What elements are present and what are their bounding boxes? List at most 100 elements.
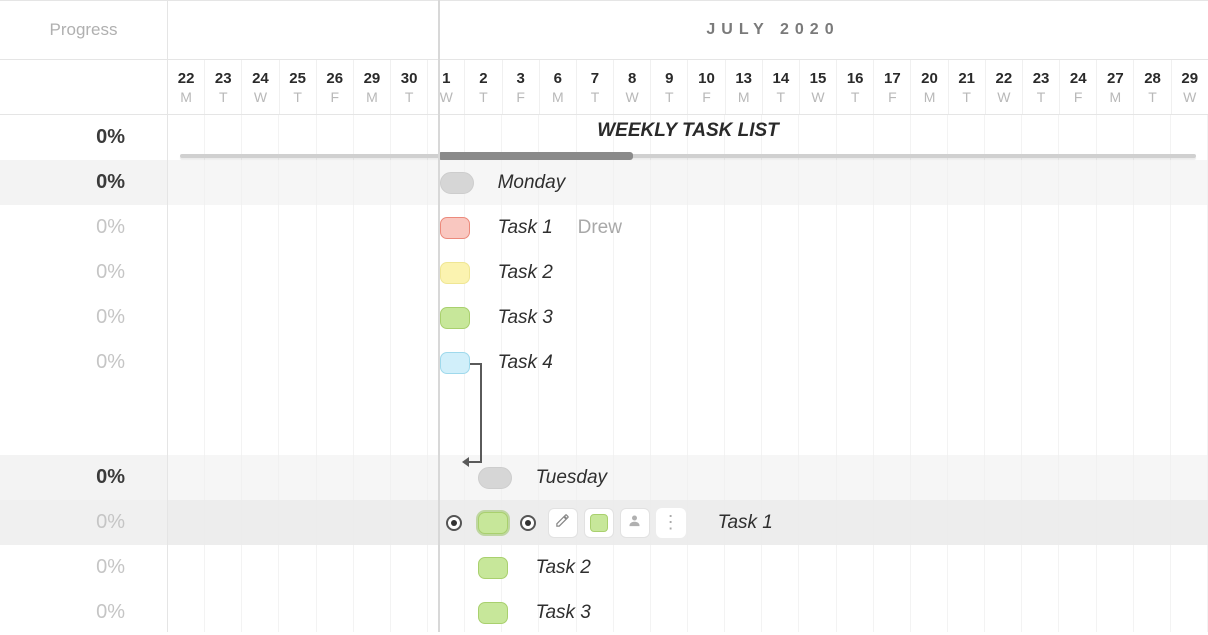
date-number: 16 [847,70,864,87]
progress-tu1: 0% [0,500,167,545]
date-number: 7 [591,70,599,87]
date-column[interactable]: 30T [391,60,428,114]
date-weekday: W [626,89,639,105]
more-icon: ⋮ [662,512,680,533]
date-column[interactable]: 29W [1172,60,1208,114]
date-weekday: M [1110,89,1122,105]
date-column[interactable]: 26F [317,60,354,114]
edit-button[interactable] [548,508,578,538]
date-column[interactable]: 22 W [986,60,1023,114]
date-column[interactable]: 25T [280,60,317,114]
milestone-icon[interactable] [440,172,474,194]
task-label: Task 3 [536,602,591,624]
date-column[interactable]: 3F [503,60,540,114]
row-title [168,115,1208,160]
monday-label: Monday [498,172,566,194]
date-number: 9 [665,70,673,87]
date-column[interactable]: 27M [1097,60,1134,114]
task-swatch[interactable] [478,557,508,579]
task-swatch[interactable] [478,602,508,624]
milestone-icon[interactable] [478,467,512,489]
row-tuesday[interactable]: Tuesday [168,455,1208,500]
date-column[interactable]: 8W [614,60,651,114]
color-button[interactable] [584,508,614,538]
progress-t2: 0% [0,250,167,295]
date-weekday: T [777,89,786,105]
row-monday[interactable]: Monday [168,160,1208,205]
date-column[interactable]: 2T [465,60,502,114]
date-column[interactable]: 23T [205,60,242,114]
date-number: 22 [996,70,1013,87]
date-weekday: T [479,89,488,105]
date-number: 22 [178,70,195,87]
task-swatch[interactable] [440,352,470,374]
date-number: 21 [958,70,975,87]
date-column[interactable]: 20M [911,60,948,114]
date-column[interactable]: 13 M [726,60,763,114]
timeline-rows: Monday Task 1 Drew Task 2 Task 3 Task 4 [168,115,1208,632]
date-column[interactable]: 1W [428,60,465,114]
date-number: 1 [442,70,450,87]
date-weekday: W [254,89,267,105]
tuesday-label: Tuesday [536,467,607,489]
row-radio-left[interactable] [446,515,462,531]
date-number: 15 [810,70,827,87]
date-weekday: F [888,89,897,105]
row-monday-task1[interactable]: Task 1 Drew [168,205,1208,250]
row-tuesday-task3[interactable]: Task 3 [168,590,1208,632]
date-column[interactable]: 10F [688,60,725,114]
row-toolbar: ⋮ [548,508,686,538]
date-number: 13 [735,70,752,87]
task-swatch[interactable] [478,512,508,534]
task-label: Task 4 [498,352,553,374]
date-column[interactable]: 28T [1134,60,1171,114]
date-number: 8 [628,70,636,87]
date-column[interactable]: 6M [540,60,577,114]
row-tuesday-task1[interactable]: ⋮ Task 1 [168,500,1208,545]
assignee-button[interactable] [620,508,650,538]
row-monday-task3[interactable]: Task 3 [168,295,1208,340]
date-weekday: T [293,89,302,105]
progress-subheader [0,60,167,115]
date-column[interactable]: 15W [800,60,837,114]
date-column[interactable]: 14 T [763,60,800,114]
date-column[interactable]: 17 F [874,60,911,114]
task-swatch[interactable] [440,217,470,239]
date-weekday: F [516,89,525,105]
person-icon [627,513,642,533]
date-weekday: F [1074,89,1083,105]
date-weekday: M [738,89,750,105]
progress-tuesday: 0% [0,455,167,500]
date-weekday: T [962,89,971,105]
row-monday-task4[interactable]: Task 4 [168,340,1208,385]
date-weekday: W [1183,89,1196,105]
date-weekday: T [1148,89,1157,105]
date-column[interactable]: 24W [242,60,279,114]
date-column[interactable]: 23T [1023,60,1060,114]
date-number: 14 [772,70,789,87]
date-column[interactable]: 21 T [949,60,986,114]
progress-header: Progress [0,0,167,60]
date-weekday: W [997,89,1010,105]
date-column[interactable]: 7T [577,60,614,114]
date-weekday: T [1037,89,1046,105]
row-radio-right[interactable] [520,515,536,531]
progress-tu2: 0% [0,545,167,590]
month-header: JULY 2020 [168,0,1208,60]
date-column[interactable]: 29M [354,60,391,114]
date-number: 20 [921,70,938,87]
timeline-area[interactable]: JULY 2020 22M23T24W25T26F29M30T1W2T3F6M7… [168,0,1208,632]
more-button[interactable]: ⋮ [656,508,686,538]
date-column[interactable]: 24 F [1060,60,1097,114]
task-swatch[interactable] [440,307,470,329]
date-number: 17 [884,70,901,87]
row-monday-task2[interactable]: Task 2 [168,250,1208,295]
date-number: 10 [698,70,715,87]
row-tuesday-task2[interactable]: Task 2 [168,545,1208,590]
date-column[interactable]: 22M [168,60,205,114]
date-column[interactable]: 9T [651,60,688,114]
date-column[interactable]: 16T [837,60,874,114]
date-number: 24 [1070,70,1087,87]
task-swatch[interactable] [440,262,470,284]
date-weekday: M [366,89,378,105]
